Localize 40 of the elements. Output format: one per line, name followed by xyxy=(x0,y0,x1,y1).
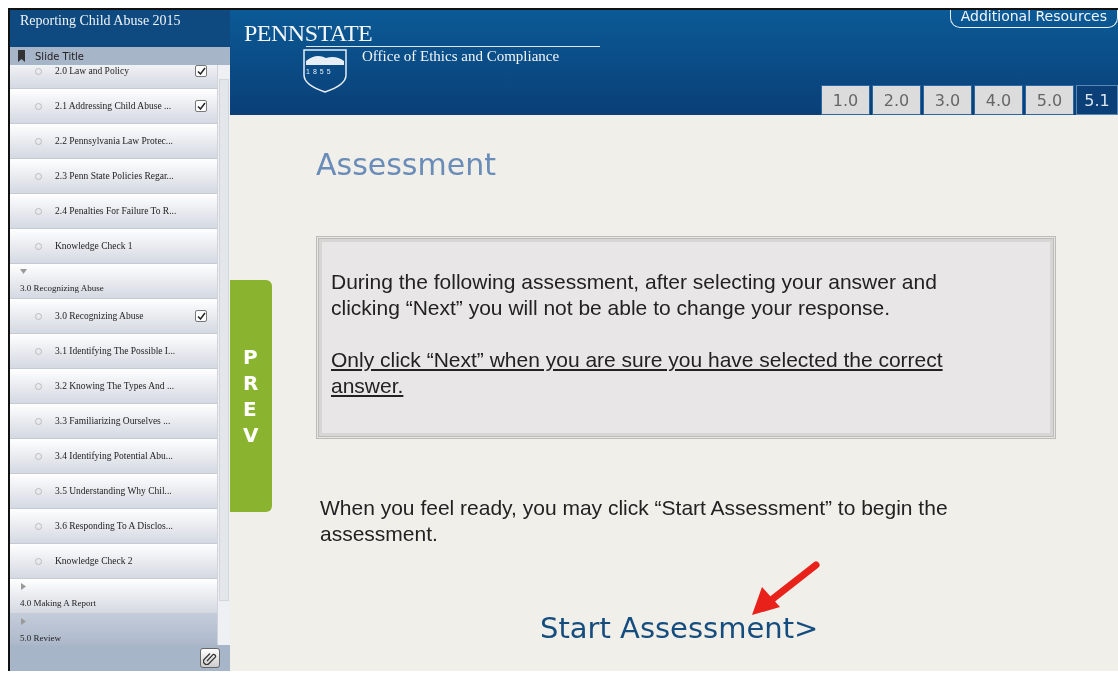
column-header: Slide Title xyxy=(35,50,84,62)
slide-item[interactable]: Knowledge Check 1 xyxy=(10,229,217,264)
additional-resources-button[interactable]: Additional Resources xyxy=(949,10,1118,28)
bookmark-icon xyxy=(18,50,25,62)
warning-text: Only click “Next” when you are sure you have selected the correct answer. xyxy=(331,347,944,399)
section-tab[interactable]: 5.0 xyxy=(1025,85,1074,115)
slide-item[interactable]: 2.1 Addressing Child Abuse ... xyxy=(10,89,217,124)
page-title: Assessment xyxy=(316,147,497,182)
slide-item[interactable]: 3.2 Knowing The Types And ... xyxy=(10,369,217,404)
shield-icon xyxy=(302,49,348,93)
office-name: Office of Ethics and Compliance xyxy=(362,48,560,65)
attachment-button[interactable] xyxy=(200,648,220,668)
slide-item[interactable]: 3.6 Responding To A Disclos... xyxy=(10,509,217,544)
slide-item[interactable]: 3.0 Recognizing Abuse xyxy=(10,299,217,334)
instruction-text: When you feel ready, you may click “Start Assessment” to begin the assessment. xyxy=(320,495,949,547)
start-assessment-link[interactable]: Start Assessment> xyxy=(540,611,819,645)
checkbox[interactable] xyxy=(195,310,207,322)
slide-item[interactable]: Knowledge Check 2 xyxy=(10,544,217,579)
course-title: Reporting Child Abuse 2015 xyxy=(10,10,230,47)
section-tab[interactable]: 1.0 xyxy=(821,85,870,115)
checkbox[interactable] xyxy=(195,100,207,112)
slide-item[interactable]: 3.4 Identifying Potential Abu... xyxy=(10,439,217,474)
checkbox[interactable] xyxy=(195,65,207,77)
section-item[interactable]: 4.0 Making A Report xyxy=(10,579,217,614)
slide-item[interactable]: 3.3 Familiarizing Ourselves ... xyxy=(10,404,217,439)
section-item[interactable]: 5.0 Review xyxy=(10,614,217,645)
slide-item[interactable]: 2.3 Penn State Policies Regar... xyxy=(10,159,217,194)
slide-item[interactable]: 2.0 Law and Policy xyxy=(10,65,217,89)
slide-item[interactable]: 2.4 Penalties For Failure To R... xyxy=(10,194,217,229)
section-tab[interactable]: 2.0 xyxy=(872,85,921,115)
slide-item[interactable]: 3.1 Identifying The Possible I... xyxy=(10,334,217,369)
slide-item[interactable]: 3.5 Understanding Why Chil... xyxy=(10,474,217,509)
university-logo: PENNSTATE xyxy=(244,20,374,46)
section-item[interactable]: 3.0 Recognizing Abuse xyxy=(10,264,217,299)
section-tab[interactable]: 3.0 xyxy=(923,85,972,115)
section-tab[interactable]: 4.0 xyxy=(974,85,1023,115)
section-tab[interactable]: 5.1 xyxy=(1076,85,1118,115)
scrollbar[interactable] xyxy=(217,65,230,645)
notice-text: During the following assessment, after selecting your answer and clicking “Next” you will not be able to change your response. xyxy=(331,269,938,321)
slide-item[interactable]: 2.2 Pennsylvania Law Protec... xyxy=(10,124,217,159)
